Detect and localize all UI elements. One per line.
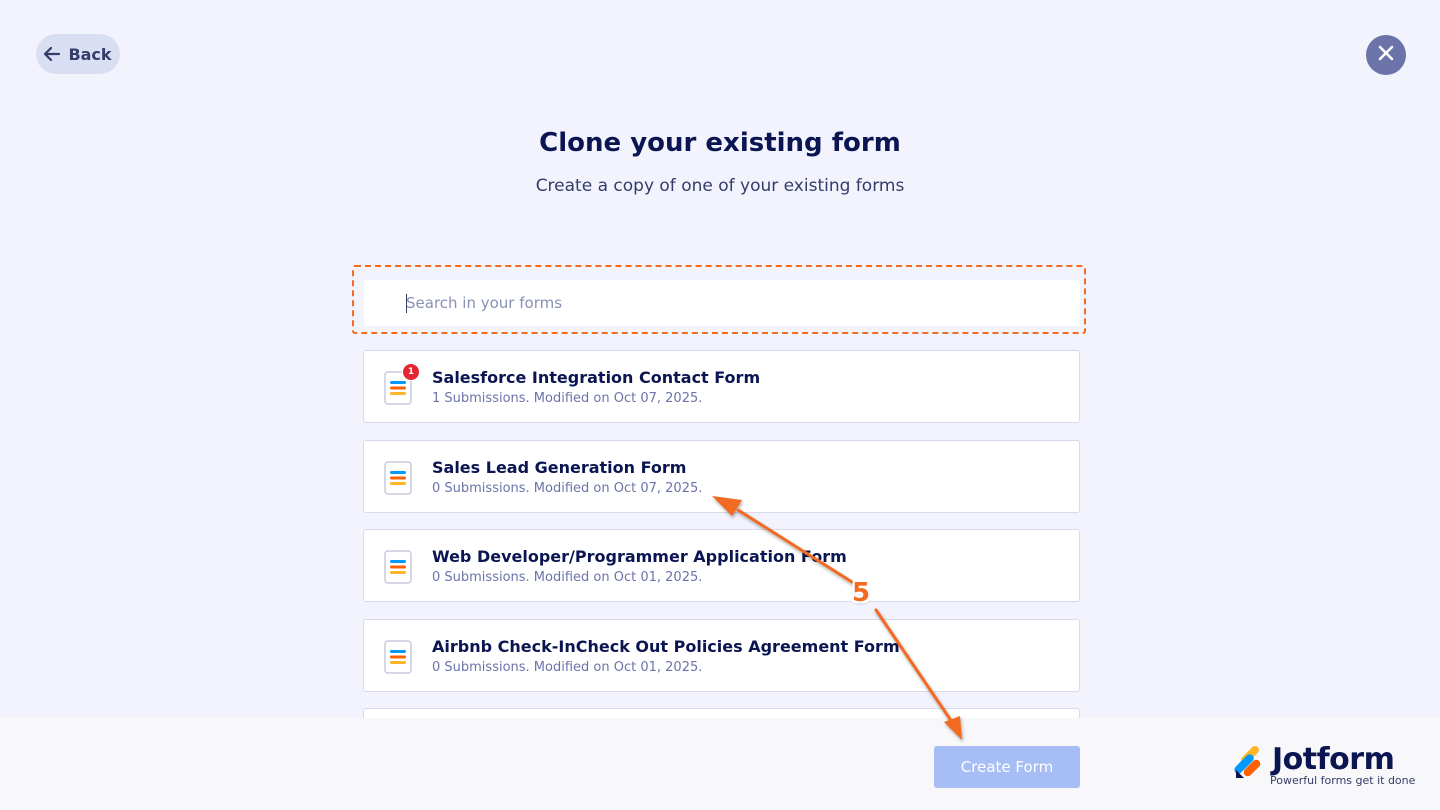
close-icon xyxy=(1378,45,1394,65)
close-button[interactable] xyxy=(1366,35,1406,75)
page-title: Clone your existing form xyxy=(539,128,901,158)
clone-form-page: Back Clone your existing form Create a c… xyxy=(0,0,1440,810)
footer-bar xyxy=(0,718,1440,810)
back-label: Back xyxy=(68,44,112,64)
form-name: Web Developer/Programmer Application For… xyxy=(432,547,847,566)
form-list-item[interactable]: Sales Lead Generation Form 0 Submissions… xyxy=(363,440,1080,513)
notification-badge: 1 xyxy=(402,363,420,381)
form-list-item[interactable]: 1 Salesforce Integration Contact Form 1 … xyxy=(363,350,1080,423)
form-meta: 1 Submissions. Modified on Oct 07, 2025. xyxy=(432,391,703,406)
form-document-icon xyxy=(384,550,412,584)
form-name: Salesforce Integration Contact Form xyxy=(432,368,761,387)
arrow-left-icon xyxy=(44,47,61,61)
jotform-logo[interactable]: Jotform Powerful forms get it done xyxy=(1234,742,1416,790)
form-meta: 0 Submissions. Modified on Oct 01, 2025. xyxy=(432,570,703,585)
create-form-button[interactable]: Create Form xyxy=(934,746,1080,788)
jotform-logo-icon xyxy=(1234,746,1268,784)
page-subtitle: Create a copy of one of your existing fo… xyxy=(535,176,905,196)
logo-text: Jotform xyxy=(1272,742,1395,777)
form-name: Airbnb Check-InCheck Out Policies Agreem… xyxy=(432,637,900,656)
form-list-item[interactable]: Airbnb Check-InCheck Out Policies Agreem… xyxy=(363,619,1080,692)
text-caret xyxy=(406,294,407,313)
search-input[interactable] xyxy=(364,280,1080,326)
form-meta: 0 Submissions. Modified on Oct 01, 2025. xyxy=(432,660,703,675)
form-document-icon xyxy=(384,461,412,495)
form-list-item[interactable]: Web Developer/Programmer Application For… xyxy=(363,529,1080,602)
back-button[interactable]: Back xyxy=(36,34,120,74)
logo-tagline: Powerful forms get it done xyxy=(1270,774,1416,787)
step-number-label: 5 xyxy=(852,578,871,608)
form-name: Sales Lead Generation Form xyxy=(432,458,687,477)
form-meta: 0 Submissions. Modified on Oct 07, 2025. xyxy=(432,481,703,496)
form-document-icon xyxy=(384,640,412,674)
